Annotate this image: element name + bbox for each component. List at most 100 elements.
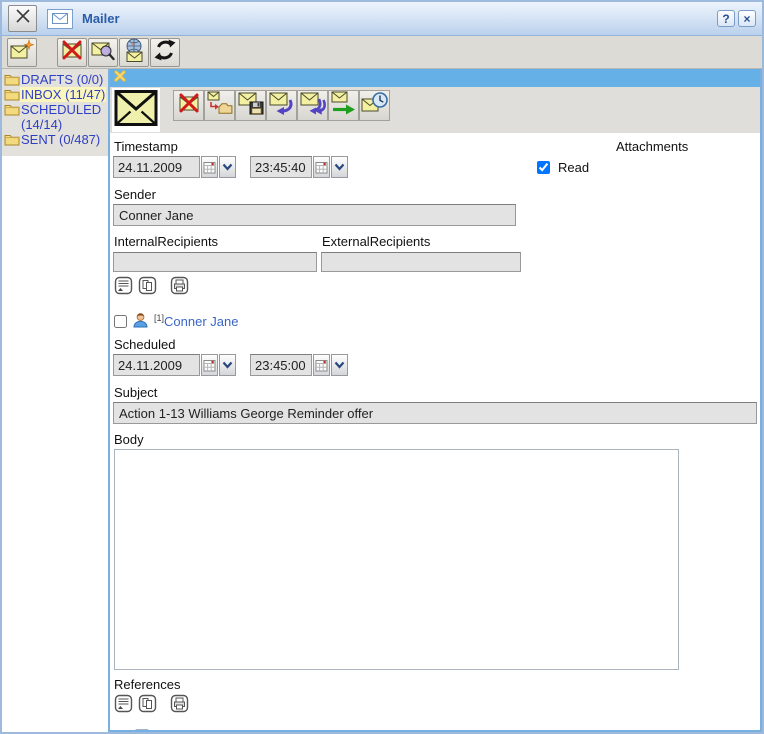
date-dropdown-button[interactable] — [219, 156, 236, 178]
schedule-button[interactable] — [359, 90, 390, 121]
folder-label: SENT (0/487) — [20, 132, 101, 147]
new-mail-button[interactable] — [7, 38, 37, 67]
scheduled-label: Scheduled — [114, 337, 756, 352]
send-receive-button[interactable] — [119, 38, 149, 67]
delete-button[interactable] — [173, 90, 204, 121]
mail-toolbar — [110, 87, 760, 133]
forward-icon — [331, 91, 357, 120]
folder-label: DRAFTS (0/0) — [20, 72, 104, 87]
timestamp-date-picker — [113, 156, 236, 178]
read-checkbox[interactable] — [537, 161, 550, 174]
mailer-window: Mailer ? × — [0, 0, 764, 734]
folder-label: INBOX (11/47) — [20, 87, 106, 102]
move-to-folder-icon — [207, 91, 233, 120]
references-label: References — [114, 677, 756, 692]
references-actions — [114, 694, 756, 716]
search-mail-icon — [91, 39, 115, 66]
print-icon[interactable] — [170, 276, 189, 298]
scheduled-date-picker — [113, 354, 236, 376]
print-icon[interactable] — [170, 694, 189, 716]
calendar-button[interactable] — [201, 354, 218, 376]
mail-tab[interactable] — [112, 88, 160, 132]
reply-button[interactable] — [266, 90, 297, 121]
chevron-down-icon — [222, 361, 233, 369]
close-panel-button[interactable] — [8, 5, 37, 32]
send-receive-icon — [122, 38, 146, 67]
attachments-label: Attachments — [616, 139, 688, 154]
calendar-button[interactable] — [201, 156, 218, 178]
scheduled-time-input[interactable] — [250, 354, 312, 376]
reply-all-icon — [300, 91, 326, 120]
body-label: Body — [114, 432, 756, 447]
folder-icon — [4, 103, 20, 116]
move-to-folder-button[interactable] — [204, 90, 235, 121]
calendar-icon — [315, 161, 328, 174]
chevron-down-icon — [222, 163, 233, 171]
delete-mail-icon — [60, 39, 84, 66]
subject-label: Subject — [114, 385, 756, 400]
reply-all-button[interactable] — [297, 90, 328, 121]
internal-recipients-field[interactable] — [113, 252, 317, 272]
mail-view-panel: Timestamp Attachments — [108, 69, 762, 732]
refresh-icon — [153, 38, 177, 67]
schedule-mail-icon — [361, 91, 388, 120]
save-button[interactable] — [235, 90, 266, 121]
scheduled-date-input[interactable] — [113, 354, 200, 376]
subject-field[interactable] — [113, 402, 757, 424]
refresh-button[interactable] — [150, 38, 180, 67]
external-recipients-field[interactable] — [321, 252, 521, 272]
new-mail-icon — [10, 39, 34, 66]
mail-form: Timestamp Attachments — [110, 133, 760, 730]
window-close-button[interactable]: × — [738, 10, 756, 27]
recipient-link[interactable]: Conner Jane — [164, 314, 238, 329]
folder-label: SCHEDULED (14/14) — [20, 102, 107, 132]
sidebar-item-scheduled[interactable]: SCHEDULED (14/14) — [3, 102, 107, 132]
recipient-checkbox[interactable] — [114, 315, 127, 328]
timestamp-date-input[interactable] — [113, 156, 200, 178]
mail-tab-icon — [114, 89, 158, 132]
person-icon — [132, 312, 149, 331]
help-button[interactable]: ? — [717, 10, 735, 27]
panel-close-icon[interactable] — [114, 69, 126, 87]
forward-button[interactable] — [328, 90, 359, 121]
copy-icon[interactable] — [138, 276, 157, 298]
sender-field[interactable] — [113, 204, 516, 226]
date-dropdown-button[interactable] — [219, 354, 236, 376]
sidebar-item-inbox[interactable]: INBOX (11/47) — [3, 87, 107, 102]
sidebar-item-drafts[interactable]: DRAFTS (0/0) — [3, 72, 107, 87]
folder-icon — [4, 88, 20, 101]
sender-label: Sender — [114, 187, 756, 202]
recipient-actions — [114, 276, 756, 298]
reference-item-icon — [132, 729, 152, 730]
calendar-button[interactable] — [313, 156, 330, 178]
sidebar-item-sent[interactable]: SENT (0/487) — [3, 132, 107, 147]
close-x-icon — [14, 7, 32, 30]
scheduled-time-picker — [250, 354, 348, 376]
body-textarea[interactable] — [114, 449, 679, 670]
time-dropdown-button[interactable] — [331, 354, 348, 376]
folder-list: DRAFTS (0/0) INBOX (11/47) SCHEDULED (14… — [2, 69, 108, 156]
calendar-icon — [203, 161, 216, 174]
calendar-icon — [203, 359, 216, 372]
reply-icon — [269, 91, 295, 120]
title-bar: Mailer ? × — [2, 2, 762, 36]
mail-view-header — [110, 69, 760, 87]
chevron-down-icon — [334, 163, 345, 171]
window-title: Mailer — [82, 11, 120, 26]
time-dropdown-button[interactable] — [331, 156, 348, 178]
calendar-icon — [315, 359, 328, 372]
folder-icon — [4, 73, 20, 86]
delete-mail-button[interactable] — [57, 38, 87, 67]
list-icon[interactable] — [114, 694, 133, 716]
timestamp-time-input[interactable] — [250, 156, 312, 178]
chevron-down-icon — [334, 361, 345, 369]
copy-icon[interactable] — [138, 694, 157, 716]
list-icon[interactable] — [114, 276, 133, 298]
folder-icon — [4, 133, 20, 146]
search-mail-button[interactable] — [88, 38, 118, 67]
external-recipients-label: ExternalRecipients — [322, 234, 430, 249]
app-mail-icon — [47, 9, 73, 29]
save-mail-icon — [238, 91, 264, 120]
calendar-button[interactable] — [313, 354, 330, 376]
main-toolbar — [2, 36, 762, 69]
